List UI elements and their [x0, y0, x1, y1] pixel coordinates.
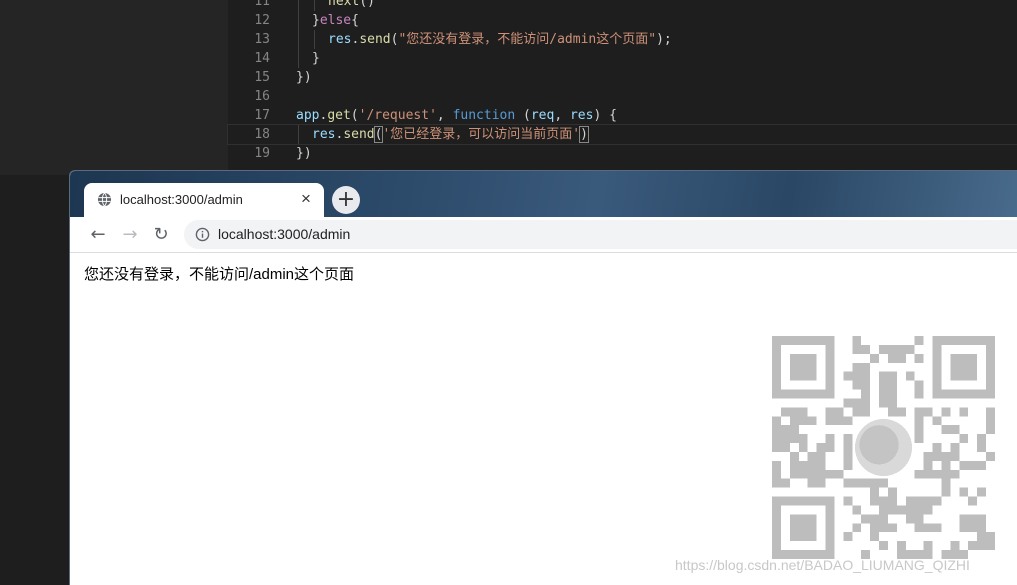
code-text: app.get('/request', function (req, res) …	[296, 106, 617, 125]
line-number: 14	[254, 51, 270, 66]
indent-guide	[314, 0, 315, 11]
globe-icon	[97, 192, 112, 207]
new-tab-button[interactable]: +	[332, 186, 360, 214]
url-text[interactable]: localhost:3000/admin	[218, 226, 350, 242]
code-line[interactable]: 14}	[228, 49, 1017, 68]
code-token: "您还没有登录，不能访问/admin这个页面"	[398, 32, 657, 47]
code-text: next()	[328, 0, 375, 11]
code-token: res	[569, 108, 594, 123]
code-text: }else{	[312, 11, 359, 30]
info-icon[interactable]	[195, 227, 210, 242]
code-token: '/request'	[358, 108, 437, 123]
code-text: })	[296, 68, 312, 87]
code-line[interactable]: 18 res.send('您已经登录，可以访问当前页面')	[227, 124, 1017, 145]
code-token: }	[312, 51, 320, 66]
close-icon[interactable]: ×	[296, 189, 316, 209]
code-text: res.send("您还没有登录，不能访问/admin这个页面");	[328, 30, 672, 49]
code-token: send	[343, 127, 375, 142]
code-token: res	[328, 32, 352, 47]
code-token: ) {	[593, 108, 617, 123]
code-line[interactable]: 19})	[228, 144, 1017, 163]
code-token: res	[312, 127, 336, 142]
page-message: 您还没有登录，不能访问/admin这个页面	[84, 266, 355, 283]
code-token: req	[530, 108, 555, 123]
indent-guide	[298, 49, 299, 68]
code-line[interactable]: 12}else{	[228, 11, 1017, 30]
code-token: }	[312, 13, 320, 28]
code-token: get	[327, 108, 351, 123]
code-token: app	[296, 108, 320, 123]
code-token: })	[296, 146, 312, 161]
code-text: })	[296, 144, 312, 163]
code-line[interactable]: 15})	[228, 68, 1017, 87]
browser-toolbar: ← → ↻ localhost:3000/admin	[70, 217, 1017, 253]
forward-button[interactable]: →	[118, 223, 142, 247]
address-bar[interactable]: localhost:3000/admin	[184, 220, 1017, 249]
code-token: )	[579, 126, 589, 143]
code-line[interactable]: 11 next()	[228, 0, 1017, 11]
code-token: {	[351, 13, 359, 28]
code-token: (	[515, 108, 531, 123]
code-token: (	[350, 108, 359, 123]
line-number: 11	[254, 0, 270, 9]
qr-code-image	[772, 336, 995, 559]
code-token: send	[359, 32, 391, 47]
code-token: else	[319, 13, 352, 28]
line-number: 16	[254, 89, 270, 104]
screen: 11 next() 12}else{13 res.send("您还没有登录，不能访问/…	[0, 0, 1017, 585]
watermark-text: https://blog.csdn.net/BADAO_LIUMANG_QIZH…	[675, 557, 970, 573]
code-token: next	[328, 0, 360, 9]
code-area[interactable]: 11 next() 12}else{13 res.send("您还没有登录，不能访问/…	[227, 0, 1017, 163]
line-number: 13	[254, 32, 270, 47]
page-content: 您还没有登录，不能访问/admin这个页面 https://blog.csdn.…	[70, 254, 1017, 585]
indent-guide	[298, 11, 299, 30]
code-line[interactable]: 13 res.send("您还没有登录，不能访问/admin这个页面");	[228, 30, 1017, 49]
code-line[interactable]: 16	[228, 87, 1017, 106]
back-button[interactable]: ←	[86, 223, 110, 247]
browser-tab[interactable]: localhost:3000/admin ×	[84, 183, 324, 217]
indent-guide	[298, 0, 299, 11]
browser-window: localhost:3000/admin × + ← → ↻ localhost…	[69, 170, 1017, 585]
code-editor: 11 next() 12}else{13 res.send("您还没有登录，不能访问/…	[0, 0, 1017, 175]
code-token: ,	[554, 108, 570, 123]
editor-sidebar	[0, 0, 228, 175]
line-number: 18	[254, 127, 270, 142]
code-token: ,	[436, 108, 453, 123]
indent-guide	[298, 30, 299, 49]
code-text: }	[312, 49, 320, 68]
indent-guide	[314, 30, 315, 49]
code-token: })	[296, 70, 312, 85]
line-number: 19	[254, 146, 270, 161]
reload-button[interactable]: ↻	[149, 223, 173, 247]
code-line[interactable]: 17 app.get('/request', function (req, res…	[228, 106, 1017, 125]
code-token: function	[452, 108, 516, 123]
tab-title: localhost:3000/admin	[120, 192, 243, 207]
browser-titlebar: localhost:3000/admin × +	[70, 171, 1017, 217]
line-number: 12	[254, 13, 270, 28]
code-text: res.send('您已经登录，可以访问当前页面')	[312, 125, 589, 144]
code-token: );	[656, 32, 672, 47]
line-number: 17	[254, 108, 270, 123]
code-token: ()	[359, 0, 375, 9]
indent-guide	[298, 125, 299, 144]
line-number: 15	[254, 70, 270, 85]
code-token: '您已经登录，可以访问当前页面'	[382, 127, 581, 142]
